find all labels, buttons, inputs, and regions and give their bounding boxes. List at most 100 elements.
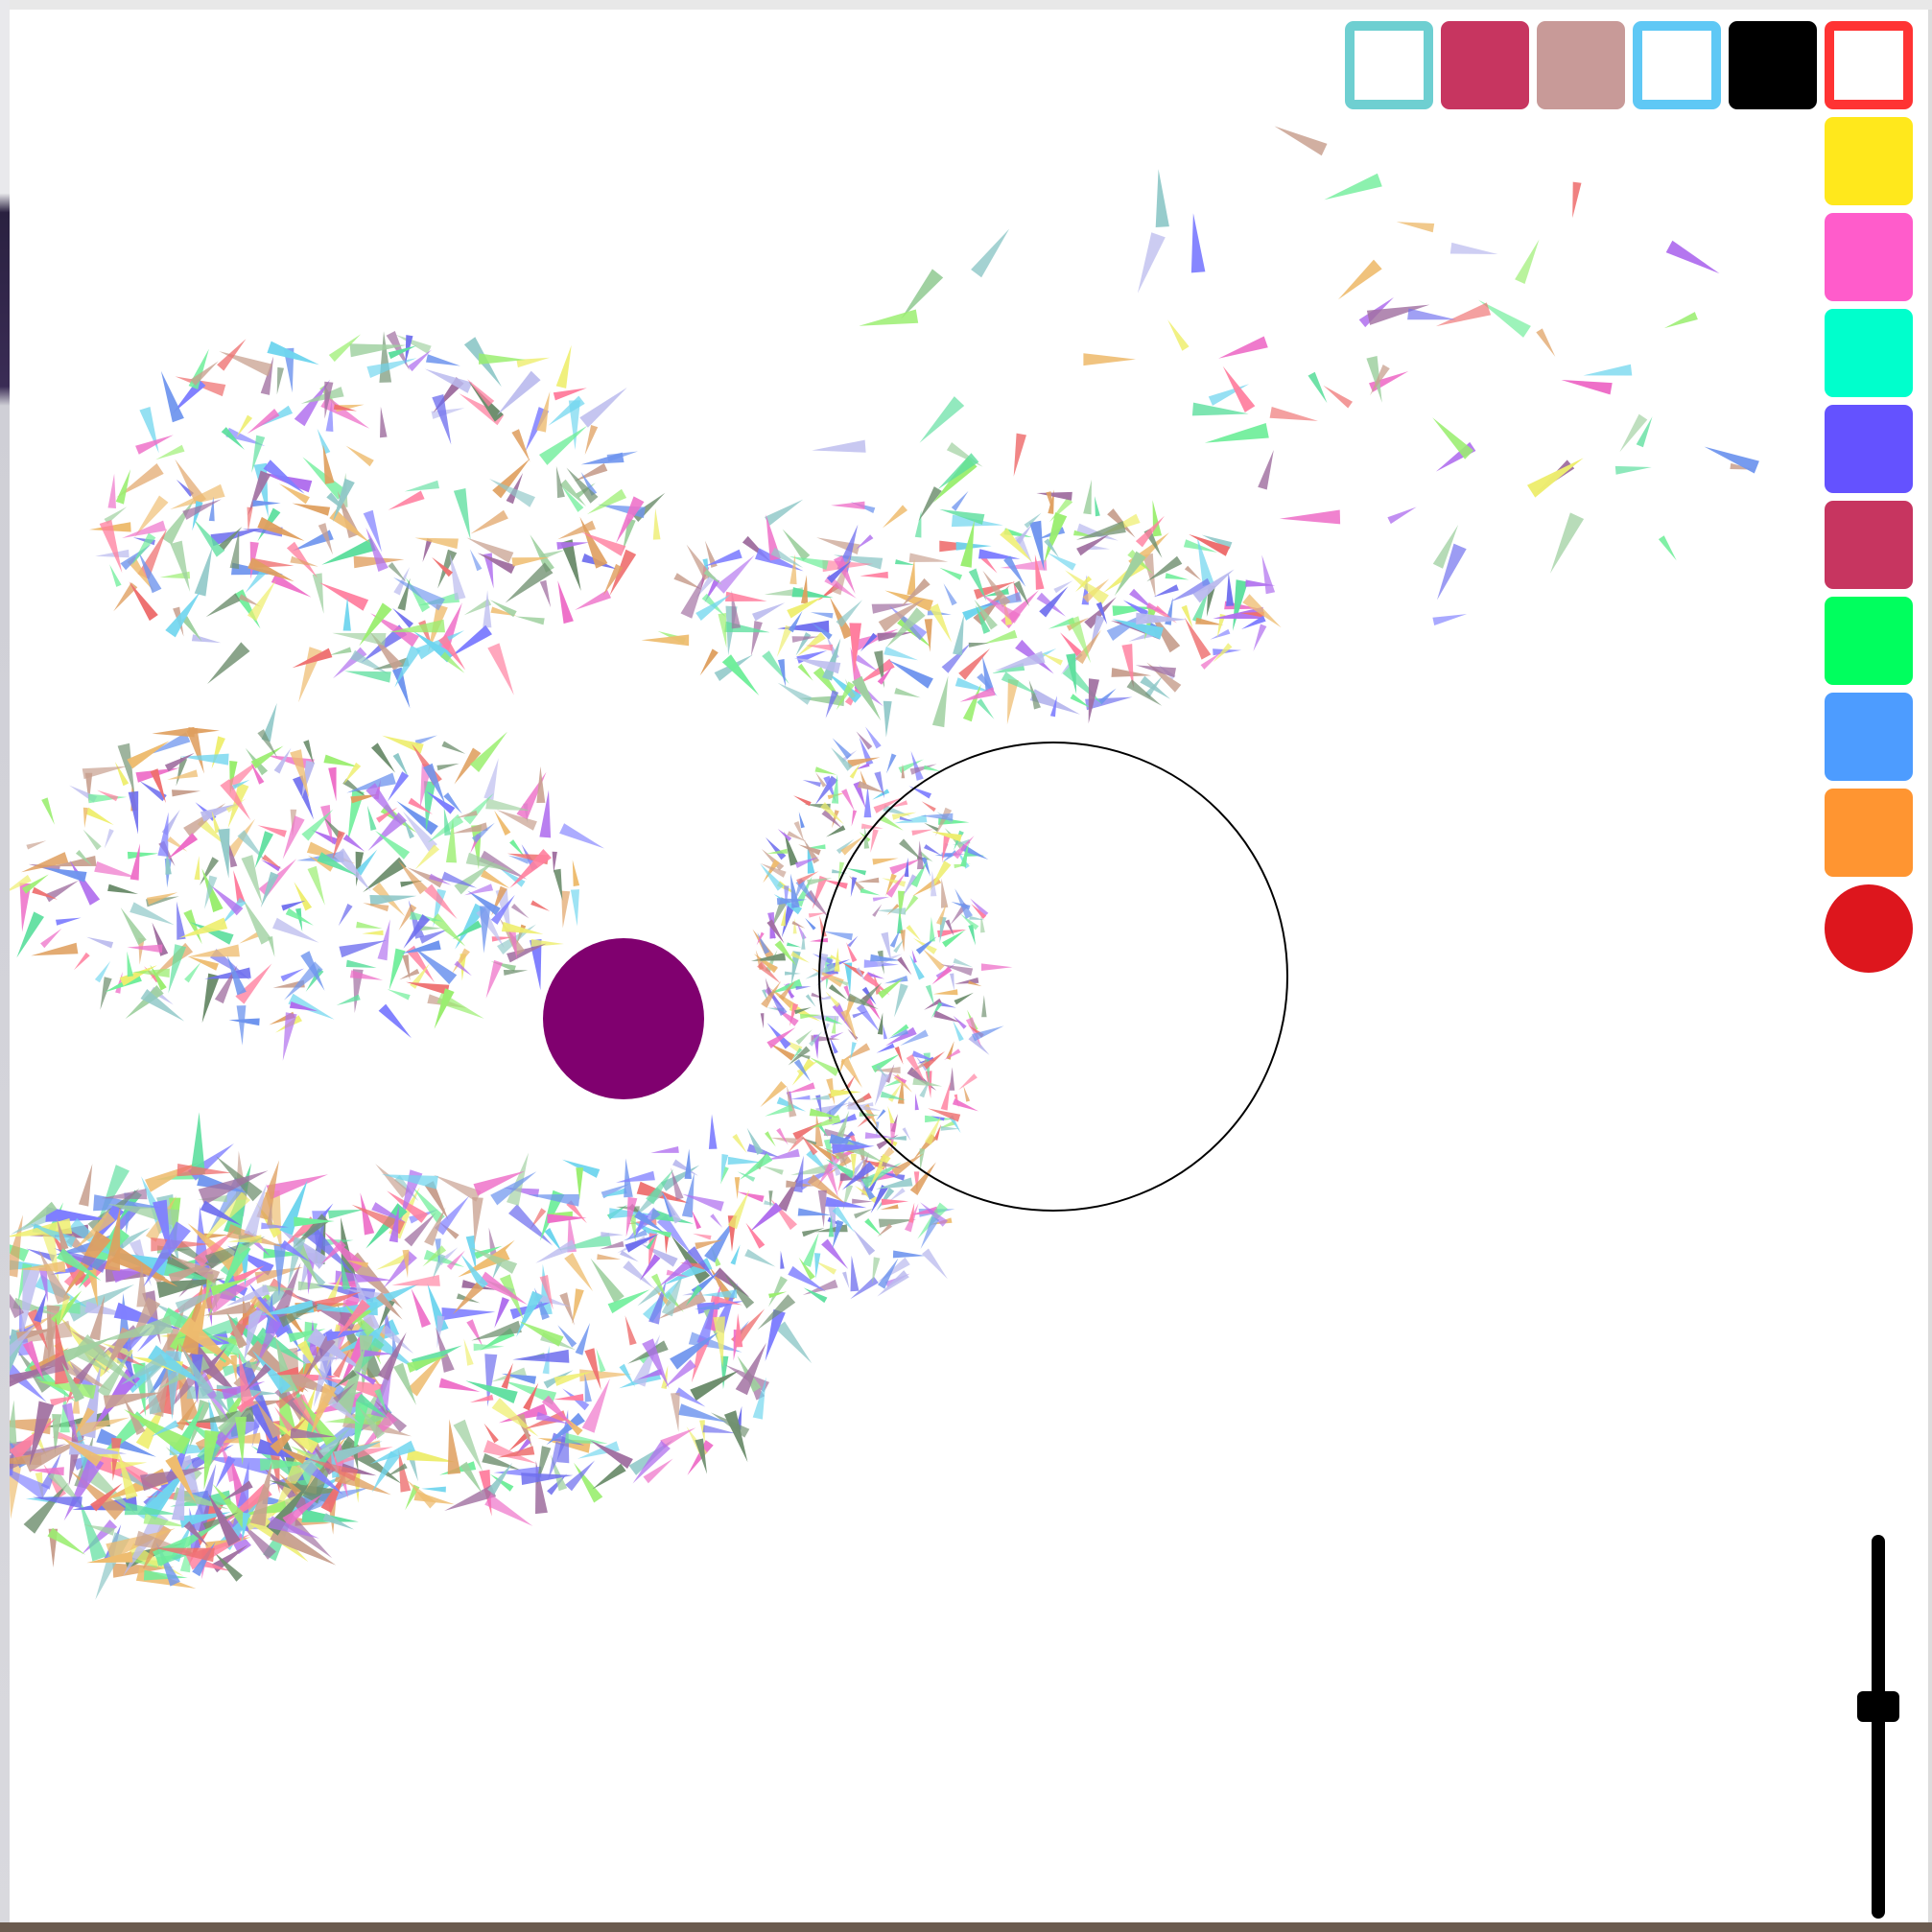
particle-shard (191, 634, 222, 644)
drawing-canvas[interactable] (10, 10, 1928, 1922)
swatch-crimson[interactable] (1441, 21, 1529, 109)
particle-shard (1083, 353, 1136, 366)
app-window (0, 0, 1932, 1932)
particle-shard (404, 480, 439, 492)
particle-shard (115, 469, 131, 505)
particle-shard (555, 344, 572, 389)
particle-shard (107, 473, 116, 508)
particle-shard (1572, 181, 1582, 219)
particle-shard (724, 621, 770, 633)
particle-shard (883, 1024, 887, 1040)
particle-shard (329, 647, 352, 656)
slider-track[interactable] (1872, 1535, 1885, 1919)
particle-shard (1550, 512, 1585, 574)
swatch-green[interactable] (1825, 597, 1913, 685)
particle-shard (914, 510, 922, 538)
attractor-ball[interactable] (543, 938, 704, 1099)
particle-shard (574, 462, 608, 482)
particle-shard (949, 1067, 955, 1091)
particle-shard (362, 930, 384, 935)
particle-shard (294, 882, 313, 911)
particle-shard (436, 763, 459, 771)
particle-shard (597, 1254, 622, 1261)
particle-shard (494, 1297, 509, 1329)
particle-shard (530, 939, 564, 947)
particle-shard (539, 579, 552, 608)
slider-thumb[interactable] (1857, 1691, 1899, 1722)
particle-shard (943, 583, 957, 606)
particle-shard (763, 1166, 784, 1175)
swatch-pink[interactable] (1825, 213, 1913, 301)
particle-shard (345, 959, 377, 968)
particle-shard (367, 812, 407, 851)
particle-shard (1044, 512, 1068, 564)
particle-shard (671, 1392, 680, 1432)
particle-shard (924, 844, 942, 856)
particle-shard (1190, 213, 1206, 273)
particle-shard (937, 453, 979, 490)
swatch-blue[interactable] (1825, 693, 1913, 781)
particle-shard (579, 388, 627, 428)
swatch-red-circle[interactable] (1825, 884, 1913, 973)
swatch-outline-teal[interactable] (1345, 21, 1433, 109)
particle-shard (356, 921, 383, 929)
brush-size-slider[interactable] (1857, 1535, 1899, 1919)
particle-shard (846, 1074, 856, 1089)
particle-shard (894, 983, 908, 1018)
particle-shard (218, 828, 230, 879)
particle-shard (1432, 614, 1468, 625)
particle-shard (519, 1321, 564, 1347)
particle-shard (564, 1432, 608, 1444)
particle-shard (880, 1204, 899, 1210)
particle-shard (239, 931, 259, 944)
particle-shard (179, 753, 229, 766)
particle-shard (908, 553, 949, 562)
swatch-orange[interactable] (1825, 789, 1913, 877)
particle-shard (419, 929, 449, 944)
particle-shard (350, 649, 389, 674)
particle-shard (909, 954, 925, 980)
particle-shard (765, 1131, 776, 1147)
swatch-yellow[interactable] (1825, 117, 1913, 205)
particle-shard (907, 1067, 937, 1091)
particle-shard (387, 989, 411, 1001)
particle-shard (857, 877, 880, 884)
particle-shard (438, 1378, 481, 1392)
particle-shard (530, 900, 551, 911)
particle-shard (449, 624, 492, 658)
swatch-violet[interactable] (1825, 405, 1913, 493)
particle-shard (421, 1486, 446, 1493)
particle-shard (233, 870, 246, 904)
particle-shard (561, 890, 571, 929)
particle-shard (580, 452, 624, 465)
particle-shard (157, 812, 169, 857)
particle-shard (616, 1170, 655, 1183)
particle-shard (953, 958, 973, 968)
particle-shard (971, 228, 1010, 278)
particle-shard (911, 829, 934, 836)
particle-shard (929, 916, 935, 942)
particle-shard (177, 901, 186, 940)
swatch-dusty-rose[interactable] (1537, 21, 1625, 109)
swatch-aqua[interactable] (1825, 309, 1913, 397)
swatch-raspberry[interactable] (1825, 501, 1913, 589)
particle-scene[interactable] (10, 10, 1928, 1922)
particle-shard (570, 889, 579, 927)
particle-shard (863, 786, 872, 818)
particle-shard (933, 1010, 961, 1024)
particle-shard (931, 675, 949, 728)
particle-shard (338, 904, 353, 927)
particle-shard (887, 1106, 895, 1124)
particle-shard (150, 768, 166, 804)
particle-shard (901, 269, 944, 319)
particle-shard (503, 970, 529, 976)
swatch-outline-sky[interactable] (1633, 21, 1721, 109)
particle-shard (699, 648, 719, 676)
particle-shard (854, 1208, 874, 1219)
swatch-outline-red[interactable] (1825, 21, 1913, 109)
particle-shard (918, 486, 942, 522)
particle-shard (21, 852, 69, 873)
particle-shard (1218, 336, 1268, 359)
swatch-black[interactable] (1729, 21, 1817, 109)
particle-shard (109, 564, 122, 587)
